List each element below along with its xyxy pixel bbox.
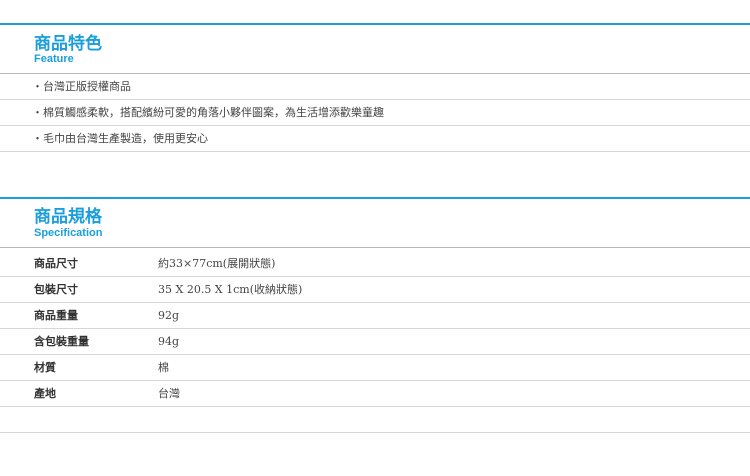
spec-subtitle: Specification — [34, 227, 103, 239]
feature-list-item: ・棉質觸感柔軟，搭配繽紛可愛的角落小夥伴圖案，為生活增添歡樂童趣 — [0, 100, 750, 126]
feature-subtitle: Feature — [34, 53, 74, 65]
feature-item-text: ・棉質觸感柔軟，搭配繽紛可愛的角落小夥伴圖案，為生活增添歡樂童趣 — [32, 106, 384, 119]
spec-label: 產地 — [34, 387, 56, 400]
feature-top-line — [0, 23, 750, 25]
spec-row: 商品尺寸 約33×77cm(展開狀態) — [0, 251, 750, 277]
spec-label: 商品重量 — [34, 309, 78, 322]
spec-label: 包裝尺寸 — [34, 283, 78, 296]
spec-value: 約33×77cm(展開狀態) — [158, 257, 276, 270]
feature-list-item: ・台灣正版授權商品 — [0, 74, 750, 100]
spec-label: 材質 — [34, 361, 56, 374]
spec-row: 產地 台灣 — [0, 381, 750, 407]
spec-row-empty — [0, 407, 750, 433]
spec-section: 商品規格 Specification 商品尺寸 約33×77cm(展開狀態) 包… — [0, 197, 750, 437]
spec-value: 92g — [158, 309, 180, 322]
spec-row: 包裝尺寸 35 X 20.5 X 1cm(收納狀態) — [0, 277, 750, 303]
feature-section: 商品特色 Feature ・台灣正版授權商品 ・棉質觸感柔軟，搭配繽紛可愛的角落… — [0, 23, 750, 153]
spec-row: 含包裝重量 94g — [0, 329, 750, 355]
spec-label: 含包裝重量 — [34, 335, 89, 348]
spec-value: 94g — [158, 335, 180, 348]
feature-list-item: ・毛巾由台灣生產製造，使用更安心 — [0, 126, 750, 152]
feature-title: 商品特色 — [34, 34, 102, 54]
spec-value: 台灣 — [158, 387, 180, 400]
spec-header-rule — [0, 247, 750, 248]
spec-label: 商品尺寸 — [34, 257, 78, 270]
spec-value: 35 X 20.5 X 1cm(收納狀態) — [158, 283, 303, 296]
spec-title: 商品規格 — [34, 207, 102, 227]
feature-item-text: ・台灣正版授權商品 — [32, 80, 131, 93]
spec-value: 棉 — [158, 361, 169, 374]
spec-row: 商品重量 92g — [0, 303, 750, 329]
feature-item-text: ・毛巾由台灣生產製造，使用更安心 — [32, 132, 208, 145]
spec-row: 材質 棉 — [0, 355, 750, 381]
spec-top-line — [0, 197, 750, 199]
